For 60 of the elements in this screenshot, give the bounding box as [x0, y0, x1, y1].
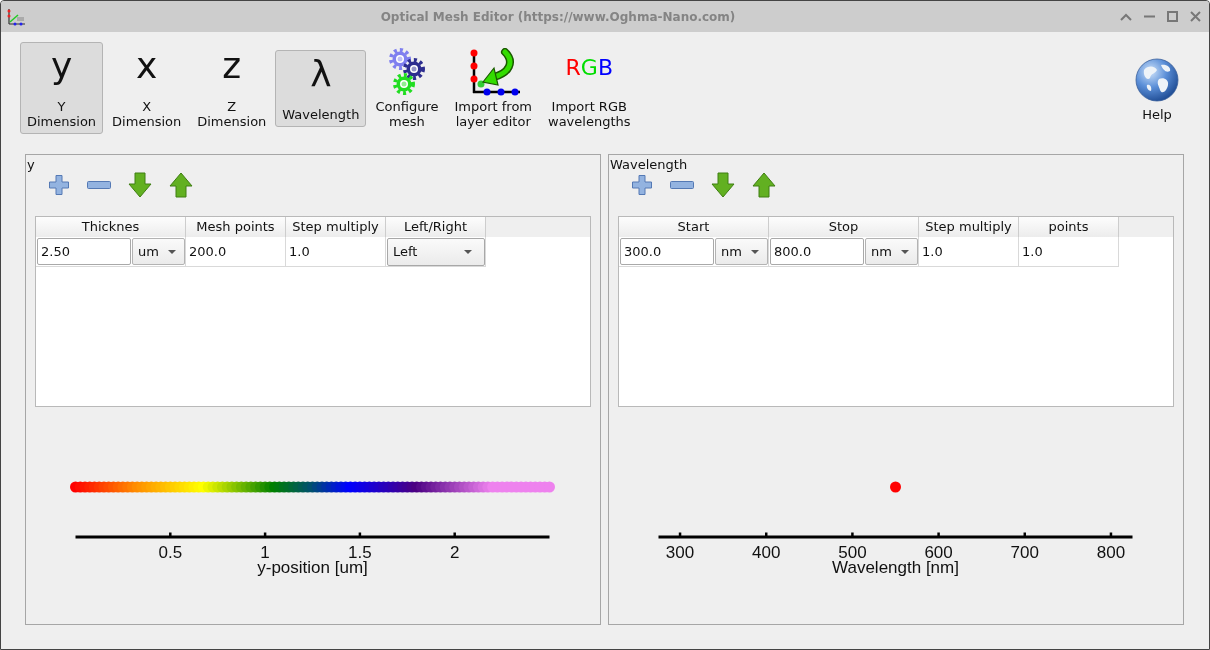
- input-field[interactable]: 2.50: [37, 238, 131, 265]
- table-cell: 1.0: [1019, 237, 1119, 267]
- caret-icon: [168, 249, 176, 254]
- point-marker-icon: [890, 481, 901, 493]
- up-arrow-icon[interactable]: [169, 172, 193, 198]
- column-header[interactable]: points: [1019, 217, 1119, 237]
- chart-axes-icon: [6, 7, 26, 26]
- close-icon[interactable]: [1190, 11, 1201, 22]
- column-header[interactable]: Stop: [769, 217, 919, 237]
- unit-dropdown[interactable]: um: [132, 238, 185, 265]
- toolbar-glyph: RGB: [565, 54, 613, 82]
- toolbar-button[interactable]: Configure mesh: [368, 42, 446, 134]
- column-header[interactable]: Start: [619, 217, 769, 237]
- tick-label: 300: [665, 543, 695, 562]
- globe-icon: [1135, 57, 1179, 102]
- toolbar-glyph: λ: [310, 54, 332, 96]
- table-cell: 1.0: [919, 237, 1019, 267]
- minus-icon[interactable]: [87, 181, 111, 189]
- up-arrow-icon[interactable]: [752, 172, 776, 198]
- tick-label: 0.5: [158, 543, 183, 562]
- toolbar-glyph: x: [136, 47, 158, 88]
- panel-title: y: [26, 156, 35, 172]
- plus-icon[interactable]: [48, 174, 70, 196]
- input-field[interactable]: 800.0: [770, 238, 864, 265]
- toolbar-glyph: z: [222, 47, 242, 88]
- unit-dropdown[interactable]: nm: [715, 238, 768, 265]
- panel-title: Wavelength: [609, 156, 688, 172]
- unit-dropdown[interactable]: nm: [865, 238, 918, 265]
- column-header[interactable]: Left/Right: [386, 217, 486, 237]
- dropdown[interactable]: Left: [387, 237, 485, 266]
- table-cell: 1.0: [286, 237, 386, 267]
- maximize-icon[interactable]: [1167, 11, 1178, 22]
- help-button[interactable]: Help: [1128, 49, 1186, 127]
- down-arrow-icon[interactable]: [711, 172, 735, 198]
- column-header[interactable]: Mesh points: [186, 217, 286, 237]
- caret-icon: [901, 249, 909, 254]
- toolbar-glyph: y: [50, 47, 73, 88]
- toolbar-button[interactable]: RGB Import RGB wavelengths: [541, 42, 638, 134]
- toolbar-button[interactable]: x X Dimension: [105, 42, 189, 134]
- tick-label: 2: [449, 543, 460, 562]
- toolbar-button[interactable]: z Z Dimension: [190, 42, 274, 134]
- caret-icon: [464, 249, 472, 254]
- window-title: Optical Mesh Editor (https://www.Oghma-Nano.com): [379, 9, 737, 24]
- minus-icon[interactable]: [670, 181, 694, 189]
- table-cell: 200.0: [186, 237, 286, 267]
- tick-label: 700: [1010, 543, 1039, 562]
- down-arrow-icon[interactable]: [128, 172, 152, 198]
- toolbar-button[interactable]: Import from layer editor: [447, 42, 539, 134]
- input-field[interactable]: 300.0: [620, 238, 714, 265]
- column-header[interactable]: Step multiply: [919, 217, 1019, 237]
- tick-label: 400: [752, 543, 781, 562]
- column-header[interactable]: Step multiply: [286, 217, 386, 237]
- gears-icon: [386, 48, 427, 96]
- toolbar-button[interactable]: λ Wavelength: [275, 49, 367, 127]
- chevron-up-icon[interactable]: [1120, 12, 1132, 21]
- column-header[interactable]: Thicknes: [36, 217, 186, 237]
- tick-label: 800: [1096, 543, 1126, 562]
- caret-icon: [751, 249, 759, 254]
- plus-icon[interactable]: [631, 174, 653, 196]
- toolbar-button[interactable]: y Y Dimension: [20, 42, 104, 134]
